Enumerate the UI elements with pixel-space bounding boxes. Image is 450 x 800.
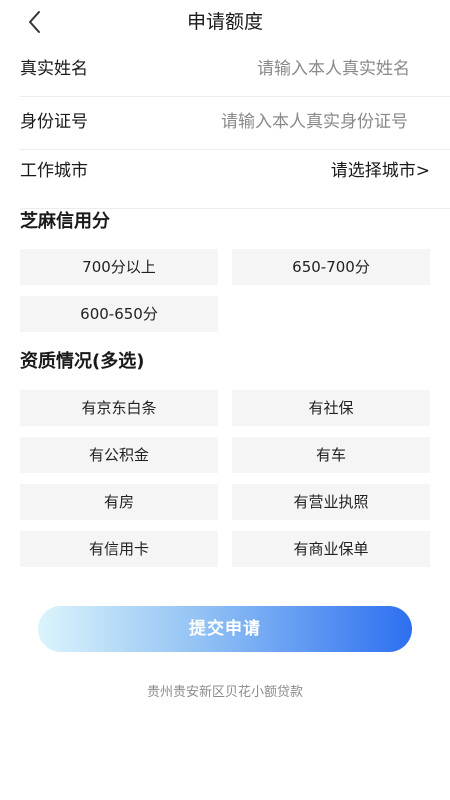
- qualification-option-7[interactable]: 有信用卡: [20, 531, 218, 567]
- city-row: 工作城市 请选择城市>: [20, 150, 450, 209]
- qualification-option-4[interactable]: 有车: [232, 437, 430, 473]
- page-title: 申请额度: [186, 11, 263, 33]
- city-select[interactable]: 请选择城市>: [331, 160, 430, 182]
- city-label: 工作城市: [20, 161, 88, 181]
- credit-score-title: 芝麻信用分: [20, 211, 110, 232]
- qualification-option-6[interactable]: 有营业执照: [232, 484, 430, 520]
- id-number-input[interactable]: [118, 109, 408, 135]
- submit-application-button[interactable]: 提交申请: [38, 606, 412, 652]
- qualification-option-1[interactable]: 有京东白条: [20, 390, 218, 426]
- apply-quota-page: 申请额度 真实姓名 身份证号 工作城市 请选择城市> 芝麻信用分 700分以上 …: [0, 0, 450, 800]
- credit-option-3[interactable]: 600-650分: [20, 296, 218, 332]
- qualification-option-2[interactable]: 有社保: [232, 390, 430, 426]
- header-bar: 申请额度: [0, 0, 450, 44]
- id-number-label: 身份证号: [20, 112, 88, 132]
- credit-option-2[interactable]: 650-700分: [232, 249, 430, 285]
- id-number-row: 身份证号: [20, 97, 450, 150]
- qualification-option-8[interactable]: 有商业保单: [232, 531, 430, 567]
- qualification-option-5[interactable]: 有房: [20, 484, 218, 520]
- company-name-footer: 贵州贵安新区贝花小额贷款: [146, 685, 303, 700]
- name-input[interactable]: [150, 56, 410, 82]
- name-label: 真实姓名: [20, 59, 88, 79]
- name-row: 真实姓名: [20, 44, 450, 97]
- qualifications-title: 资质情况(多选): [20, 351, 145, 372]
- qualification-option-3[interactable]: 有公积金: [20, 437, 218, 473]
- credit-option-1[interactable]: 700分以上: [20, 249, 218, 285]
